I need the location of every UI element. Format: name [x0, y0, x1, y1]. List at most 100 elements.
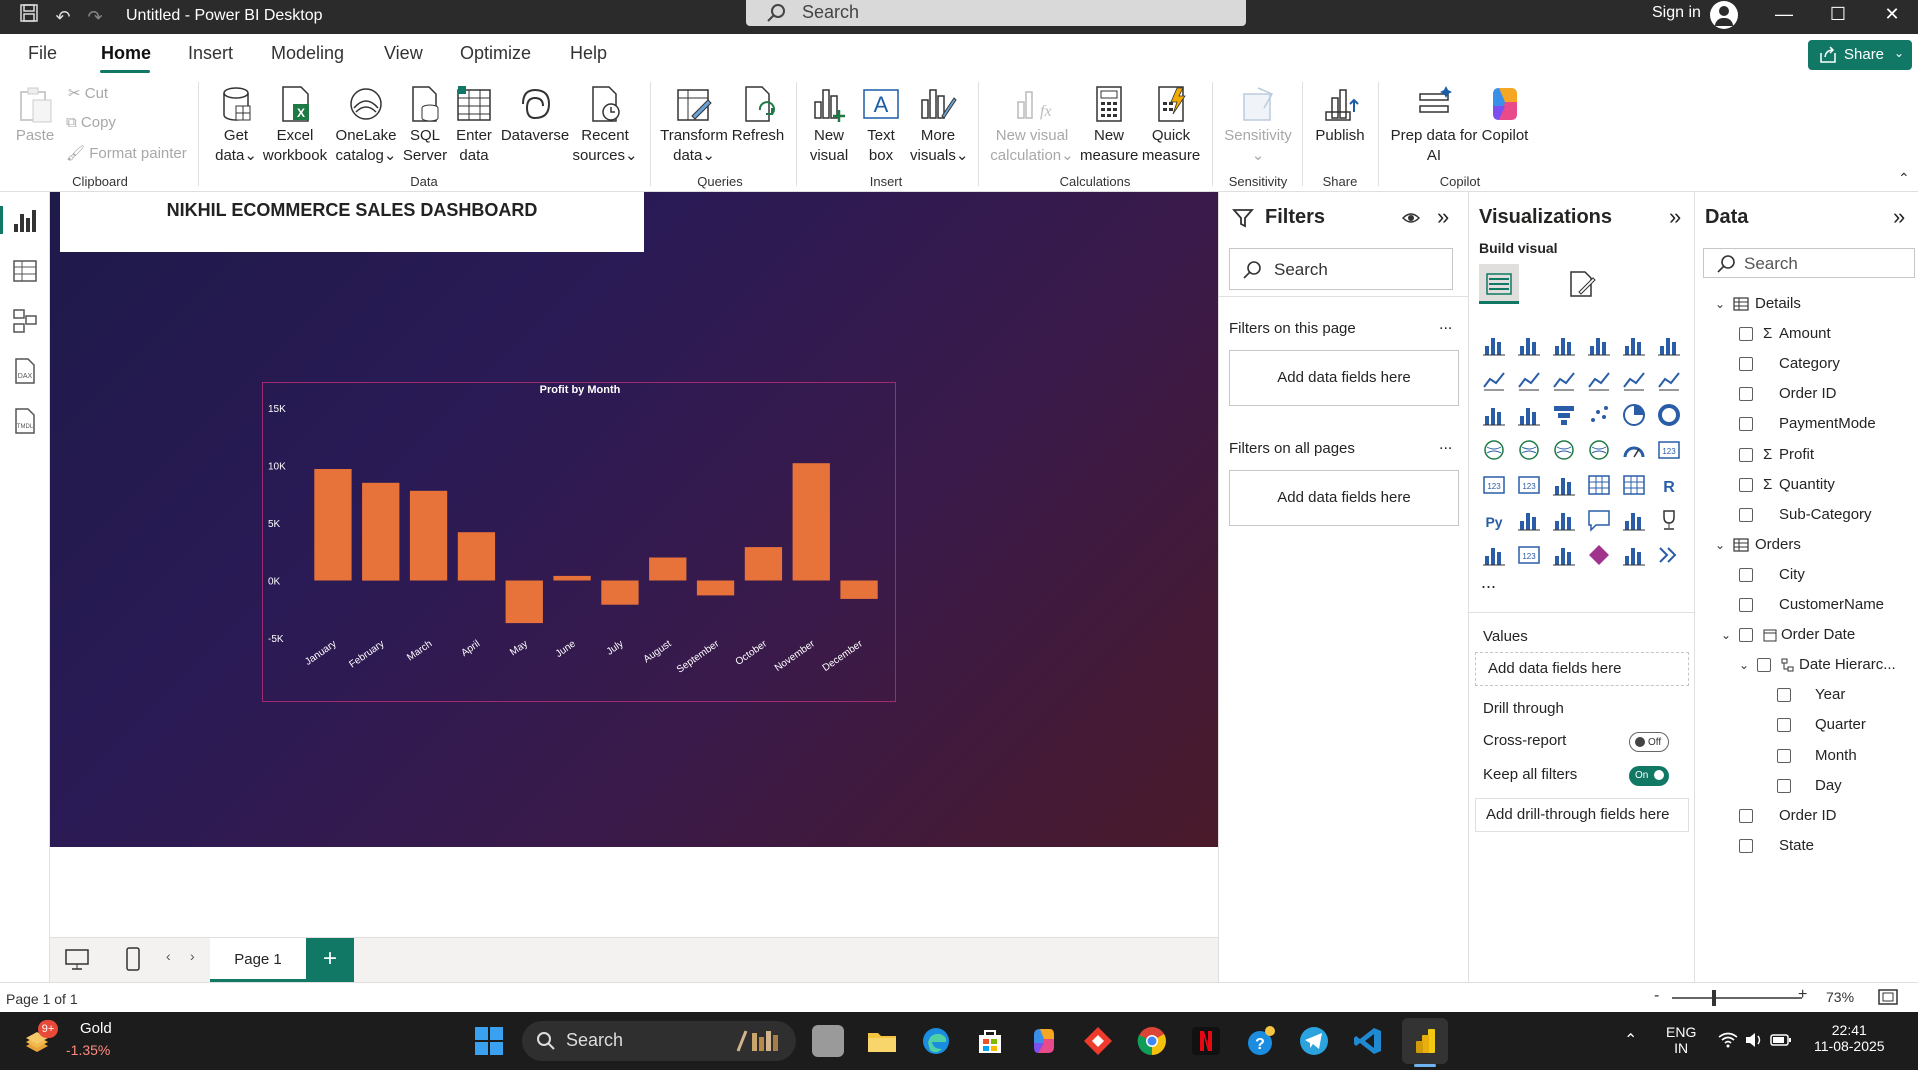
chevron-down-icon[interactable]: ⌄ — [1715, 531, 1725, 559]
report-view-icon[interactable] — [10, 206, 40, 236]
minimize-button[interactable]: — — [1762, 0, 1806, 30]
collapse-visualizations-icon[interactable]: » — [1669, 204, 1681, 230]
title-search-box[interactable]: Search — [746, 0, 1246, 26]
table-icon[interactable] — [1586, 472, 1612, 498]
100-stacked-bar-chart-icon[interactable] — [1621, 332, 1647, 358]
field-amount[interactable]: Σ Amount — [1695, 320, 1918, 348]
more-visuals-button[interactable]: More visuals⌄ — [910, 84, 968, 166]
file-explorer-icon[interactable] — [866, 1025, 898, 1057]
field-state[interactable]: State — [1695, 832, 1918, 860]
bar-february[interactable] — [362, 482, 400, 581]
clock[interactable]: 22:41 11-08-2025 — [1814, 1022, 1885, 1054]
taskbar-search[interactable]: Search — [522, 1021, 796, 1061]
field-order-date[interactable]: ⌄ Order Date — [1695, 621, 1918, 649]
power-bi-app-icon[interactable] — [1410, 1025, 1442, 1057]
tab-view[interactable]: View — [384, 43, 423, 64]
maximize-button[interactable]: ☐ — [1816, 0, 1860, 30]
collapse-data-icon[interactable]: » — [1893, 204, 1905, 230]
bar-july[interactable] — [601, 580, 639, 605]
100-stacked-column-chart-icon[interactable] — [1656, 332, 1682, 358]
pie-chart-icon[interactable] — [1621, 402, 1647, 428]
netflix-icon[interactable] — [1190, 1025, 1222, 1057]
cross-report-toggle[interactable]: Off — [1629, 732, 1669, 752]
bar-august[interactable] — [649, 557, 687, 581]
kpi-icon[interactable]: 123 — [1516, 472, 1542, 498]
funnel-chart-icon[interactable] — [1551, 402, 1577, 428]
tab-page-1[interactable]: Page 1 — [210, 938, 306, 982]
language-indicator[interactable]: ENG IN — [1666, 1024, 1696, 1056]
get-data-button[interactable]: Get data⌄ — [208, 84, 264, 166]
new-slicer-icon[interactable] — [1551, 542, 1577, 568]
copilot-app-icon[interactable] — [1028, 1025, 1060, 1057]
more-visuals-ellipsis[interactable]: ... — [1481, 572, 1496, 593]
field-checkbox[interactable] — [1739, 838, 1753, 853]
previous-page-icon[interactable]: ‹ — [166, 948, 171, 964]
zoom-slider-knob[interactable] — [1712, 990, 1716, 1006]
ribbon-chart-icon[interactable] — [1481, 402, 1507, 428]
bar-january[interactable] — [314, 469, 352, 581]
field-checkbox[interactable] — [1739, 598, 1753, 612]
donut-chart-icon[interactable] — [1656, 402, 1682, 428]
multi-row-card-icon[interactable]: 123 — [1481, 472, 1507, 498]
stacked-column-chart-icon[interactable] — [1516, 332, 1542, 358]
field-city[interactable]: City — [1695, 561, 1918, 589]
task-view-icon[interactable] — [812, 1025, 844, 1057]
field-customername[interactable]: CustomerName — [1695, 591, 1918, 619]
undo-icon[interactable]: ↶ — [48, 2, 78, 32]
vscode-icon[interactable] — [1352, 1025, 1384, 1057]
goals-icon[interactable] — [1656, 507, 1682, 533]
paginated-report-icon[interactable] — [1481, 542, 1507, 568]
share-button[interactable]: Share ⌄ — [1808, 40, 1912, 70]
clustered-column-chart-icon[interactable] — [1586, 332, 1612, 358]
close-button[interactable]: ✕ — [1870, 0, 1914, 30]
more-options-icon[interactable]: ... — [1439, 436, 1452, 454]
recent-sources-button[interactable]: Recent sources⌄ — [572, 84, 638, 166]
slicer-icon[interactable] — [1551, 472, 1577, 498]
chevron-down-icon[interactable]: ⌄ — [1721, 621, 1731, 649]
clustered-bar-chart-icon[interactable] — [1551, 332, 1577, 358]
copilot-button[interactable]: Copilot — [1478, 84, 1532, 146]
map-icon[interactable] — [1516, 437, 1542, 463]
narrative-icon[interactable] — [1621, 507, 1647, 533]
line-chart-icon[interactable] — [1481, 367, 1507, 393]
field-checkbox[interactable] — [1739, 327, 1753, 342]
python-visual-icon[interactable]: Py — [1481, 507, 1507, 533]
chevron-down-icon[interactable]: ⌄ — [1739, 651, 1749, 679]
save-icon[interactable] — [14, 2, 44, 32]
onelake-catalog-button[interactable]: OneLake catalog⌄ — [334, 84, 398, 166]
new-card-icon[interactable]: 123 — [1516, 542, 1542, 568]
more-options-icon[interactable]: ... — [1439, 316, 1452, 334]
tab-help[interactable]: Help — [570, 43, 607, 64]
text-box-button[interactable]: A Text box — [858, 84, 904, 166]
sql-server-button[interactable]: SQL Server — [400, 84, 450, 166]
all-pages-filters-drop-zone[interactable]: Add data fields here — [1229, 470, 1459, 526]
field-profit[interactable]: Σ Profit — [1695, 441, 1918, 469]
field-checkbox[interactable] — [1739, 447, 1753, 462]
matrix-icon[interactable] — [1621, 472, 1647, 498]
gauge-icon[interactable] — [1621, 437, 1647, 463]
tab-modeling[interactable]: Modeling — [271, 43, 344, 64]
field-checkbox[interactable] — [1777, 778, 1791, 793]
refresh-button[interactable]: Refresh — [730, 84, 786, 146]
waterfall-chart-icon[interactable] — [1516, 402, 1542, 428]
bar-november[interactable] — [792, 463, 830, 581]
field-checkbox[interactable] — [1739, 357, 1753, 372]
mobile-layout-icon[interactable] — [124, 946, 142, 972]
table-node-orders[interactable]: ⌄ Orders — [1695, 531, 1918, 559]
scatter-chart-icon[interactable] — [1586, 402, 1612, 428]
bar-june[interactable] — [553, 575, 591, 581]
prep-data-for-ai-button[interactable]: Prep data for AI — [1386, 84, 1482, 166]
area-chart-icon[interactable] — [1516, 367, 1542, 393]
edge-browser-icon[interactable] — [920, 1025, 952, 1057]
excel-workbook-button[interactable]: X Excel workbook — [262, 84, 328, 166]
report-page[interactable]: NIKHIL ECOMMERCE SALES DASHBOARD Profit … — [50, 192, 1218, 847]
battery-icon[interactable] — [1770, 1032, 1792, 1048]
bar-december[interactable] — [840, 580, 878, 599]
field-checkbox[interactable] — [1739, 567, 1753, 582]
account-avatar-icon[interactable] — [1710, 1, 1738, 29]
field-order-id[interactable]: Order ID — [1695, 802, 1918, 830]
next-page-icon[interactable]: › — [190, 948, 195, 964]
bar-may[interactable] — [505, 580, 543, 624]
field-checkbox[interactable] — [1777, 718, 1791, 733]
dashboard-title-textbox[interactable]: NIKHIL ECOMMERCE SALES DASHBOARD — [60, 192, 644, 252]
